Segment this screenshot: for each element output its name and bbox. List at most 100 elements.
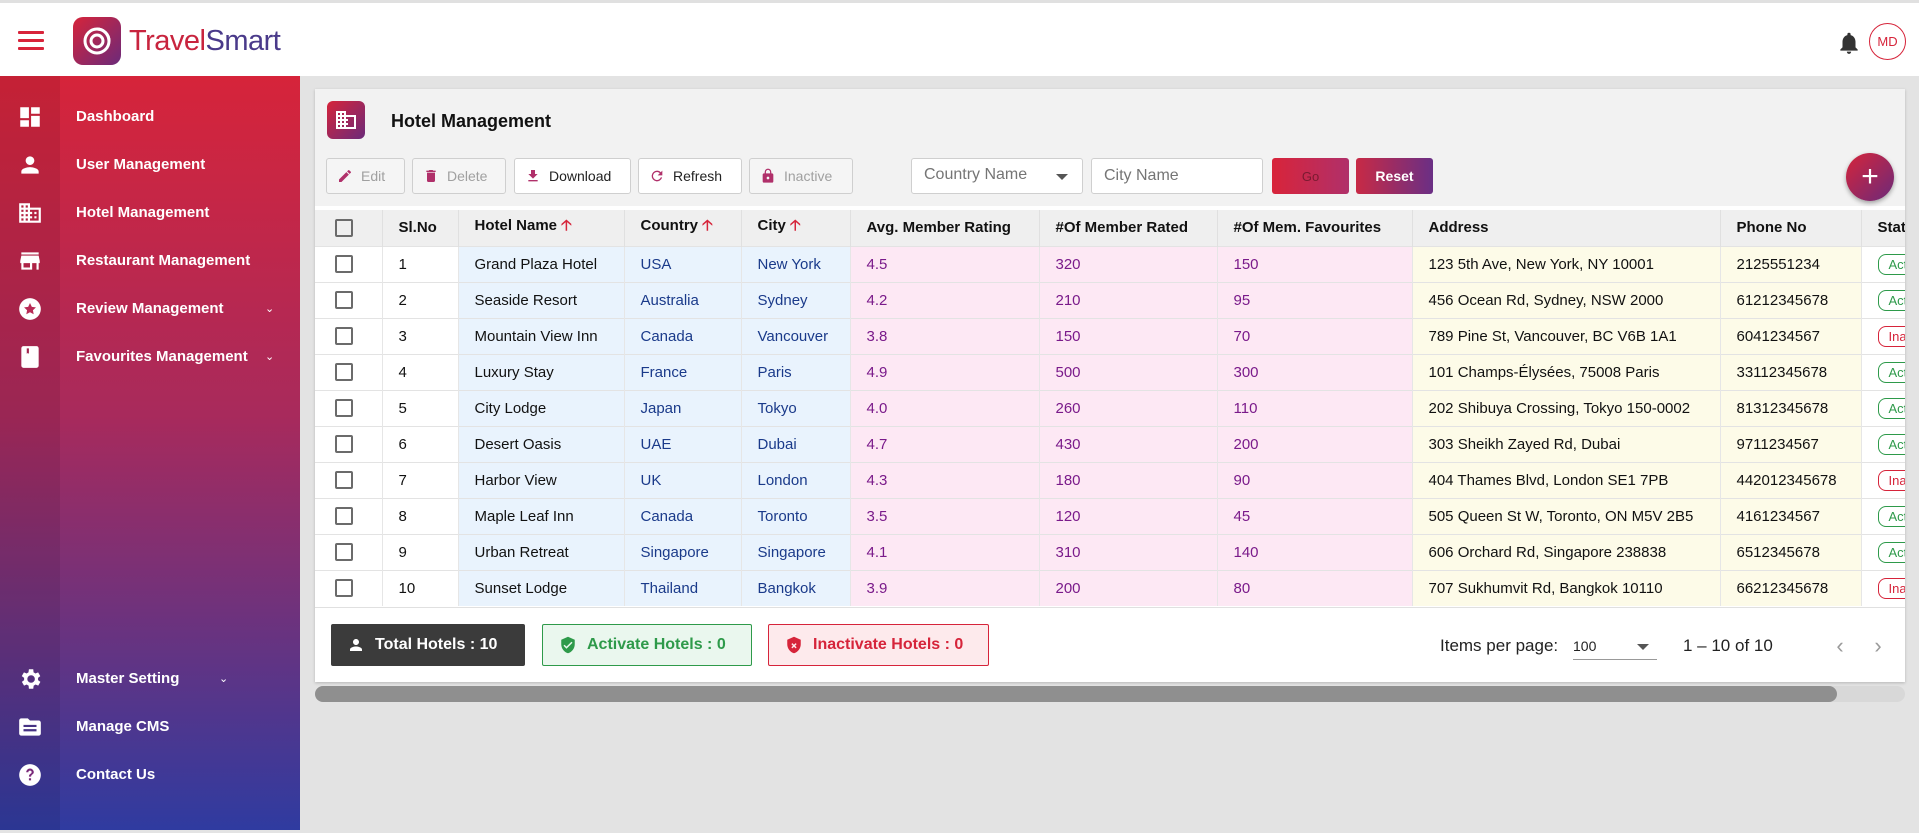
column-header-member-rated[interactable]: #Of Member Rated: [1039, 210, 1218, 246]
inactive-button[interactable]: Inactive: [749, 158, 853, 194]
status-badge[interactable]: Active: [1877, 397, 1905, 419]
column-header-country[interactable]: Country 🡡: [624, 210, 742, 246]
row-checkbox[interactable]: [335, 255, 353, 274]
row-checkbox[interactable]: [335, 507, 353, 526]
status-badge[interactable]: Active: [1877, 541, 1905, 563]
cell-slno: 3: [382, 317, 459, 354]
status-badge[interactable]: Active: [1877, 253, 1905, 275]
city-name-input[interactable]: [1091, 158, 1263, 194]
cell-rating: 4.9: [850, 353, 1040, 390]
cell-phone: 81312345678: [1720, 389, 1862, 426]
cell-country: France: [624, 353, 742, 390]
horizontal-scrollbar-thumb[interactable]: [315, 686, 1837, 702]
cell-phone: 4161234567: [1720, 497, 1862, 534]
row-checkbox[interactable]: [335, 363, 353, 382]
table-row[interactable]: 9 Urban Retreat Singapore Singapore 4.1 310 14…: [315, 533, 1905, 570]
cell-rating: 4.2: [850, 281, 1040, 318]
status-badge[interactable]: Active: [1877, 289, 1905, 311]
delete-button[interactable]: Delete: [412, 158, 506, 194]
refresh-button[interactable]: Refresh: [638, 158, 742, 194]
cell-favourites: 150: [1217, 245, 1413, 282]
go-button[interactable]: Go: [1272, 158, 1349, 194]
brand-logo[interactable]: TravelSmart: [73, 17, 281, 65]
row-checkbox[interactable]: [335, 327, 353, 346]
column-header-phone[interactable]: Phone No: [1720, 210, 1862, 246]
add-hotel-button[interactable]: +: [1846, 153, 1894, 201]
items-per-page-select[interactable]: 100: [1573, 634, 1657, 660]
chevron-down-icon: ⌄: [265, 302, 275, 315]
items-per-page-label: Items per page:: [1440, 636, 1559, 655]
column-header-status[interactable]: Status: [1861, 210, 1905, 246]
row-checkbox[interactable]: [335, 471, 353, 490]
sidebar-item-contact-us[interactable]: Contact Us: [0, 754, 300, 794]
cell-country: Japan: [624, 389, 742, 426]
next-page-button[interactable]: ›: [1864, 632, 1892, 660]
sidebar-item-dashboard[interactable]: Dashboard: [0, 96, 300, 136]
cell-slno: 9: [382, 533, 459, 570]
cell-favourites: 70: [1217, 317, 1413, 354]
row-checkbox[interactable]: [335, 543, 353, 562]
pencil-icon: [339, 169, 351, 182]
table-row[interactable]: 1 Grand Plaza Hotel USA New York 4.5 320 150 12…: [315, 245, 1905, 282]
sidebar-item-label: Restaurant Management: [76, 251, 251, 269]
status-badge[interactable]: Active: [1877, 505, 1905, 527]
cell-rating: 3.9: [850, 569, 1040, 606]
status-badge[interactable]: Active: [1877, 433, 1905, 455]
cell-phone: 442012345678: [1720, 461, 1862, 498]
total-hotels-badge: Total Hotels : 10: [331, 624, 525, 666]
table-row[interactable]: 4 Luxury Stay France Paris 4.9 500 300 101 Cham…: [315, 353, 1905, 390]
sidebar-item-master-setting[interactable]: Master Setting ⌄: [0, 658, 300, 698]
sidebar-item-label: Contact Us: [76, 765, 156, 783]
status-badge[interactable]: Inactive: [1877, 469, 1905, 491]
previous-page-button[interactable]: ‹: [1826, 632, 1854, 660]
status-badge[interactable]: Inactive: [1877, 577, 1905, 599]
row-checkbox[interactable]: [335, 291, 353, 310]
cell-hotel-name: Desert Oasis: [458, 425, 625, 462]
select-all-checkbox[interactable]: [335, 218, 353, 237]
table-row[interactable]: 5 City Lodge Japan Tokyo 4.0 260 110 202 Shibuy…: [315, 389, 1905, 426]
cell-rating: 4.3: [850, 461, 1040, 498]
edit-button[interactable]: Edit: [326, 158, 405, 194]
column-header-city[interactable]: City 🡡: [741, 210, 851, 246]
row-checkbox[interactable]: [335, 399, 353, 418]
status-badge[interactable]: Active: [1877, 361, 1905, 383]
row-checkbox[interactable]: [335, 579, 353, 598]
sidebar-item-manage-cms[interactable]: Manage CMS: [0, 706, 300, 746]
lock-icon: [762, 168, 774, 183]
plus-icon: +: [1861, 160, 1879, 193]
table-row[interactable]: 3 Mountain View Inn Canada Vancouver 3.8 150 7…: [315, 317, 1905, 354]
sidebar-item-user-management[interactable]: User Management: [0, 144, 300, 184]
cell-address: 404 Thames Blvd, London SE1 7PB: [1412, 461, 1721, 498]
sidebar-item-favourites-management[interactable]: Favourites Management ⌄: [0, 336, 300, 376]
column-header-address[interactable]: Address: [1412, 210, 1721, 246]
table-row[interactable]: 2 Seaside Resort Australia Sydney 4.2 210 95 45…: [315, 281, 1905, 318]
horizontal-scrollbar[interactable]: [315, 686, 1905, 702]
notification-bell-icon[interactable]: [1836, 30, 1862, 56]
sidebar-item-review-management[interactable]: Review Management ⌄: [0, 288, 300, 328]
sidebar-item-restaurant-management[interactable]: Restaurant Management: [0, 240, 300, 280]
row-select-cell: [315, 461, 383, 498]
menu-icon[interactable]: [18, 31, 44, 51]
table-row[interactable]: 10 Sunset Lodge Thailand Bangkok 3.9 200 80 707…: [315, 569, 1905, 606]
table-row[interactable]: 7 Harbor View UK London 4.3 180 90 404 Thames B…: [315, 461, 1905, 498]
column-header-avg-rating[interactable]: Avg. Member Rating: [850, 210, 1040, 246]
cell-favourites: 110: [1217, 389, 1413, 426]
column-header-favourites[interactable]: #Of Mem. Favourites: [1217, 210, 1413, 246]
column-header-slno[interactable]: Sl.No: [382, 210, 459, 246]
download-button[interactable]: Download: [514, 158, 631, 194]
table-row[interactable]: 6 Desert Oasis UAE Dubai 4.7 430 200 303 Sheikh…: [315, 425, 1905, 462]
cell-phone: 33112345678: [1720, 353, 1862, 390]
row-checkbox[interactable]: [335, 435, 353, 454]
column-header-hotel-name[interactable]: Hotel Name 🡡: [458, 210, 625, 246]
cell-country: Canada: [624, 497, 742, 534]
sidebar: Dashboard User Management Hotel Manageme…: [0, 76, 300, 830]
reset-button[interactable]: Reset: [1356, 158, 1433, 194]
table-row[interactable]: 8 Maple Leaf Inn Canada Toronto 3.5 120 45 505 …: [315, 497, 1905, 534]
cell-member-rated: 310: [1039, 533, 1218, 570]
cell-favourites: 140: [1217, 533, 1413, 570]
sidebar-item-hotel-management[interactable]: Hotel Management: [0, 192, 300, 232]
cell-member-rated: 200: [1039, 569, 1218, 606]
user-avatar[interactable]: MD: [1869, 23, 1906, 60]
status-badge[interactable]: Inactive: [1877, 325, 1905, 347]
country-name-select[interactable]: Country Name: [911, 158, 1083, 194]
